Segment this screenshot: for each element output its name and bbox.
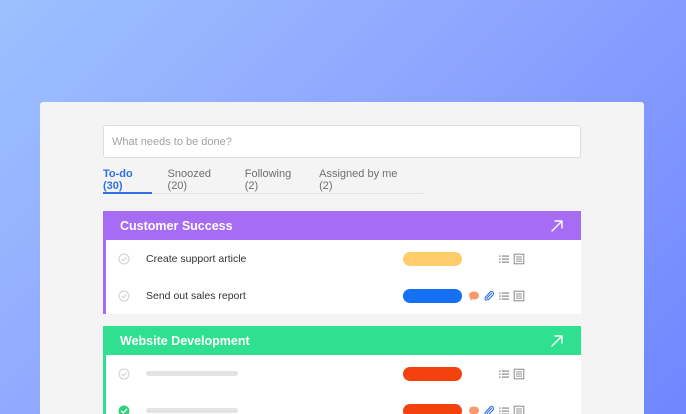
group-body [103, 355, 581, 414]
task-icons [468, 253, 525, 265]
task-label-placeholder [146, 408, 238, 413]
notes-icon[interactable] [513, 290, 525, 302]
tab-assigned-by-me[interactable]: Assigned by me (2) [319, 162, 407, 193]
todo-panel: To-do (30) Snoozed (20) Following (2) As… [40, 102, 644, 414]
new-task-input[interactable] [103, 125, 581, 158]
group-header: Customer Success [103, 211, 581, 240]
task-row[interactable] [106, 355, 581, 392]
group-title: Customer Success [120, 218, 233, 233]
task-icons [468, 405, 525, 414]
task-icons [468, 368, 525, 380]
task-label[interactable]: Create support article [146, 253, 246, 265]
group-title: Website Development [120, 333, 250, 348]
arrow-expand-icon[interactable] [549, 333, 565, 349]
group-header: Website Development [103, 326, 581, 355]
task-row[interactable] [106, 392, 581, 414]
notes-icon[interactable] [513, 368, 525, 380]
list-icon[interactable] [498, 405, 510, 414]
list-icon[interactable] [498, 368, 510, 380]
notes-icon[interactable] [513, 405, 525, 414]
tab-following[interactable]: Following (2) [245, 162, 303, 193]
attachment-icon[interactable] [483, 290, 495, 302]
task-group-website-development: Website Development [103, 326, 581, 414]
attachment-icon[interactable] [483, 405, 495, 414]
list-icon[interactable] [498, 290, 510, 302]
checkbox-icon[interactable] [118, 253, 130, 265]
tab-bar: To-do (30) Snoozed (20) Following (2) As… [103, 162, 423, 194]
arrow-expand-icon[interactable] [549, 218, 565, 234]
task-row[interactable]: Create support article [106, 240, 581, 277]
group-body: Create support article Send out sales re… [103, 240, 581, 314]
status-pill[interactable] [403, 288, 462, 303]
tab-todo[interactable]: To-do (30) [103, 162, 152, 194]
status-pill[interactable] [403, 403, 462, 414]
comment-icon[interactable] [468, 405, 480, 414]
checkbox-icon[interactable] [118, 405, 130, 414]
task-label[interactable]: Send out sales report [146, 290, 246, 302]
tab-snoozed[interactable]: Snoozed (20) [168, 162, 229, 193]
list-icon[interactable] [498, 253, 510, 265]
checkbox-icon[interactable] [118, 368, 130, 380]
checkbox-icon[interactable] [118, 290, 130, 302]
status-pill[interactable] [403, 251, 462, 266]
task-row[interactable]: Send out sales report [106, 277, 581, 314]
comment-icon[interactable] [468, 290, 480, 302]
task-label-placeholder [146, 371, 238, 376]
task-icons [468, 290, 525, 302]
notes-icon[interactable] [513, 253, 525, 265]
task-group-customer-success: Customer Success Create support article [103, 211, 581, 314]
status-pill[interactable] [403, 366, 462, 381]
